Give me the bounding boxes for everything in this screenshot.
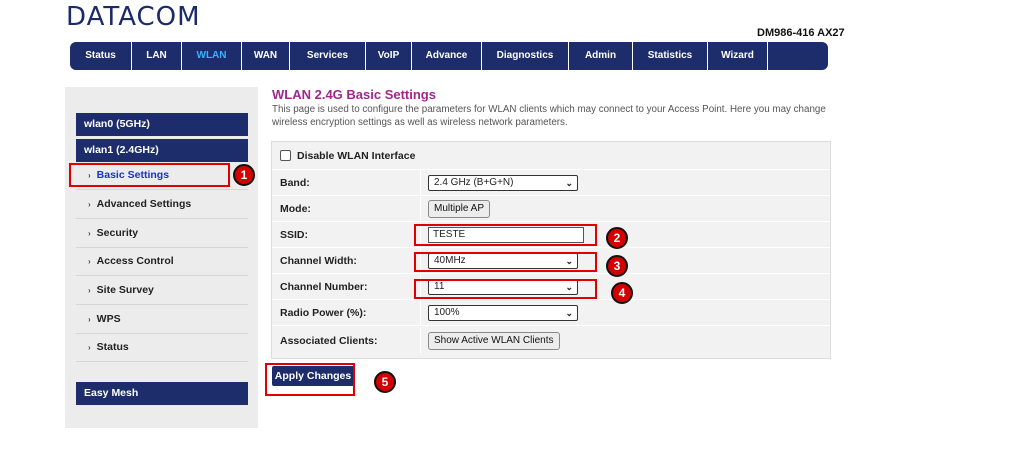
sidebar-item-label: Status <box>96 341 129 353</box>
sidebar-item-status[interactable]: › Status <box>76 333 248 362</box>
sidebar-item-security[interactable]: › Security <box>76 219 248 248</box>
chevron-right-icon: › <box>88 229 91 238</box>
disable-wlan-label: Disable WLAN Interface <box>297 150 416 162</box>
page-title: WLAN 2.4G Basic Settings <box>272 87 436 102</box>
form-row-associated-clients: Associated Clients: Show Active WLAN Cli… <box>272 328 830 354</box>
page-description: This page is used to configure the param… <box>272 104 826 128</box>
sidebar-item-label: Access Control <box>96 255 174 267</box>
nav-diagnostics[interactable]: Diagnostics <box>482 42 569 70</box>
form-row-mode: Mode: Multiple AP <box>272 196 830 222</box>
step-badge-2: 2 <box>606 227 628 249</box>
sidebar: wlan0 (5GHz) wlan1 (2.4GHz) › Basic Setti… <box>65 87 258 428</box>
step-badge-3: 3 <box>606 255 628 277</box>
nav-lan[interactable]: LAN <box>132 42 182 70</box>
disable-wlan-checkbox[interactable] <box>280 150 291 161</box>
step-badge-5: 5 <box>374 371 396 393</box>
chevron-down-icon: ⌄ <box>565 178 573 188</box>
associated-clients-label: Associated Clients: <box>280 335 378 347</box>
chevron-right-icon: › <box>88 200 91 209</box>
nav-status[interactable]: Status <box>70 42 132 70</box>
chevron-right-icon: › <box>88 315 91 324</box>
radio-power-select[interactable]: 100% ⌄ <box>428 305 578 321</box>
sidebar-item-advanced-settings[interactable]: › Advanced Settings <box>76 190 248 219</box>
step-badge-4: 4 <box>611 282 633 304</box>
nav-wlan[interactable]: WLAN <box>182 42 242 70</box>
datacom-logo: DATACOM <box>66 2 201 32</box>
wlan-settings-form: Disable WLAN Interface Band: 2.4 GHz (B+… <box>271 141 831 359</box>
sidebar-item-site-survey[interactable]: › Site Survey <box>76 276 248 305</box>
sidebar-wlan0-header[interactable]: wlan0 (5GHz) <box>76 113 248 136</box>
step-badge-1: 1 <box>233 164 255 186</box>
channel-width-label: Channel Width: <box>280 255 357 267</box>
highlight-channel-width <box>414 252 597 272</box>
sidebar-item-label: Advanced Settings <box>96 198 192 210</box>
nav-voip[interactable]: VoIP <box>366 42 412 70</box>
band-value: 2.4 GHz (B+G+N) <box>434 177 514 188</box>
band-select[interactable]: 2.4 GHz (B+G+N) ⌄ <box>428 175 578 191</box>
mode-button[interactable]: Multiple AP <box>428 200 491 218</box>
chevron-down-icon: ⌄ <box>565 308 573 318</box>
sidebar-item-access-control[interactable]: › Access Control <box>76 247 248 276</box>
chevron-right-icon: › <box>88 343 91 352</box>
ssid-label: SSID: <box>280 229 309 241</box>
sidebar-item-wps[interactable]: › WPS <box>76 305 248 334</box>
nav-statistics[interactable]: Statistics <box>633 42 708 70</box>
highlight-apply <box>265 363 355 396</box>
highlight-channel-number <box>414 279 597 299</box>
sidebar-item-label: Security <box>96 227 139 239</box>
form-row-disable: Disable WLAN Interface <box>272 142 830 170</box>
chevron-right-icon: › <box>88 286 91 295</box>
nav-advance[interactable]: Advance <box>412 42 482 70</box>
form-row-band: Band: 2.4 GHz (B+G+N) ⌄ <box>272 170 830 196</box>
radio-power-label: Radio Power (%): <box>280 307 367 319</box>
nav-wan[interactable]: WAN <box>242 42 290 70</box>
radio-power-value: 100% <box>434 307 460 318</box>
form-row-radio-power: Radio Power (%): 100% ⌄ <box>272 300 830 326</box>
sidebar-item-label: Site Survey <box>96 284 154 296</box>
device-model: DM986-416 AX27 <box>757 27 845 39</box>
nav-services[interactable]: Services <box>290 42 366 70</box>
nav-admin[interactable]: Admin <box>569 42 633 70</box>
sidebar-easy-mesh-header[interactable]: Easy Mesh <box>76 382 248 405</box>
highlight-basic-settings <box>69 163 230 187</box>
sidebar-item-label: WPS <box>96 313 121 325</box>
chevron-right-icon: › <box>88 257 91 266</box>
main-nav: Status LAN WLAN WAN Services VoIP Advanc… <box>70 42 828 70</box>
nav-wizard[interactable]: Wizard <box>708 42 768 70</box>
show-clients-button[interactable]: Show Active WLAN Clients <box>428 332 560 350</box>
mode-label: Mode: <box>280 203 311 215</box>
band-label: Band: <box>280 177 310 189</box>
sidebar-wlan1-header[interactable]: wlan1 (2.4GHz) <box>76 139 248 162</box>
channel-number-label: Channel Number: <box>280 281 368 293</box>
highlight-ssid <box>414 224 597 246</box>
